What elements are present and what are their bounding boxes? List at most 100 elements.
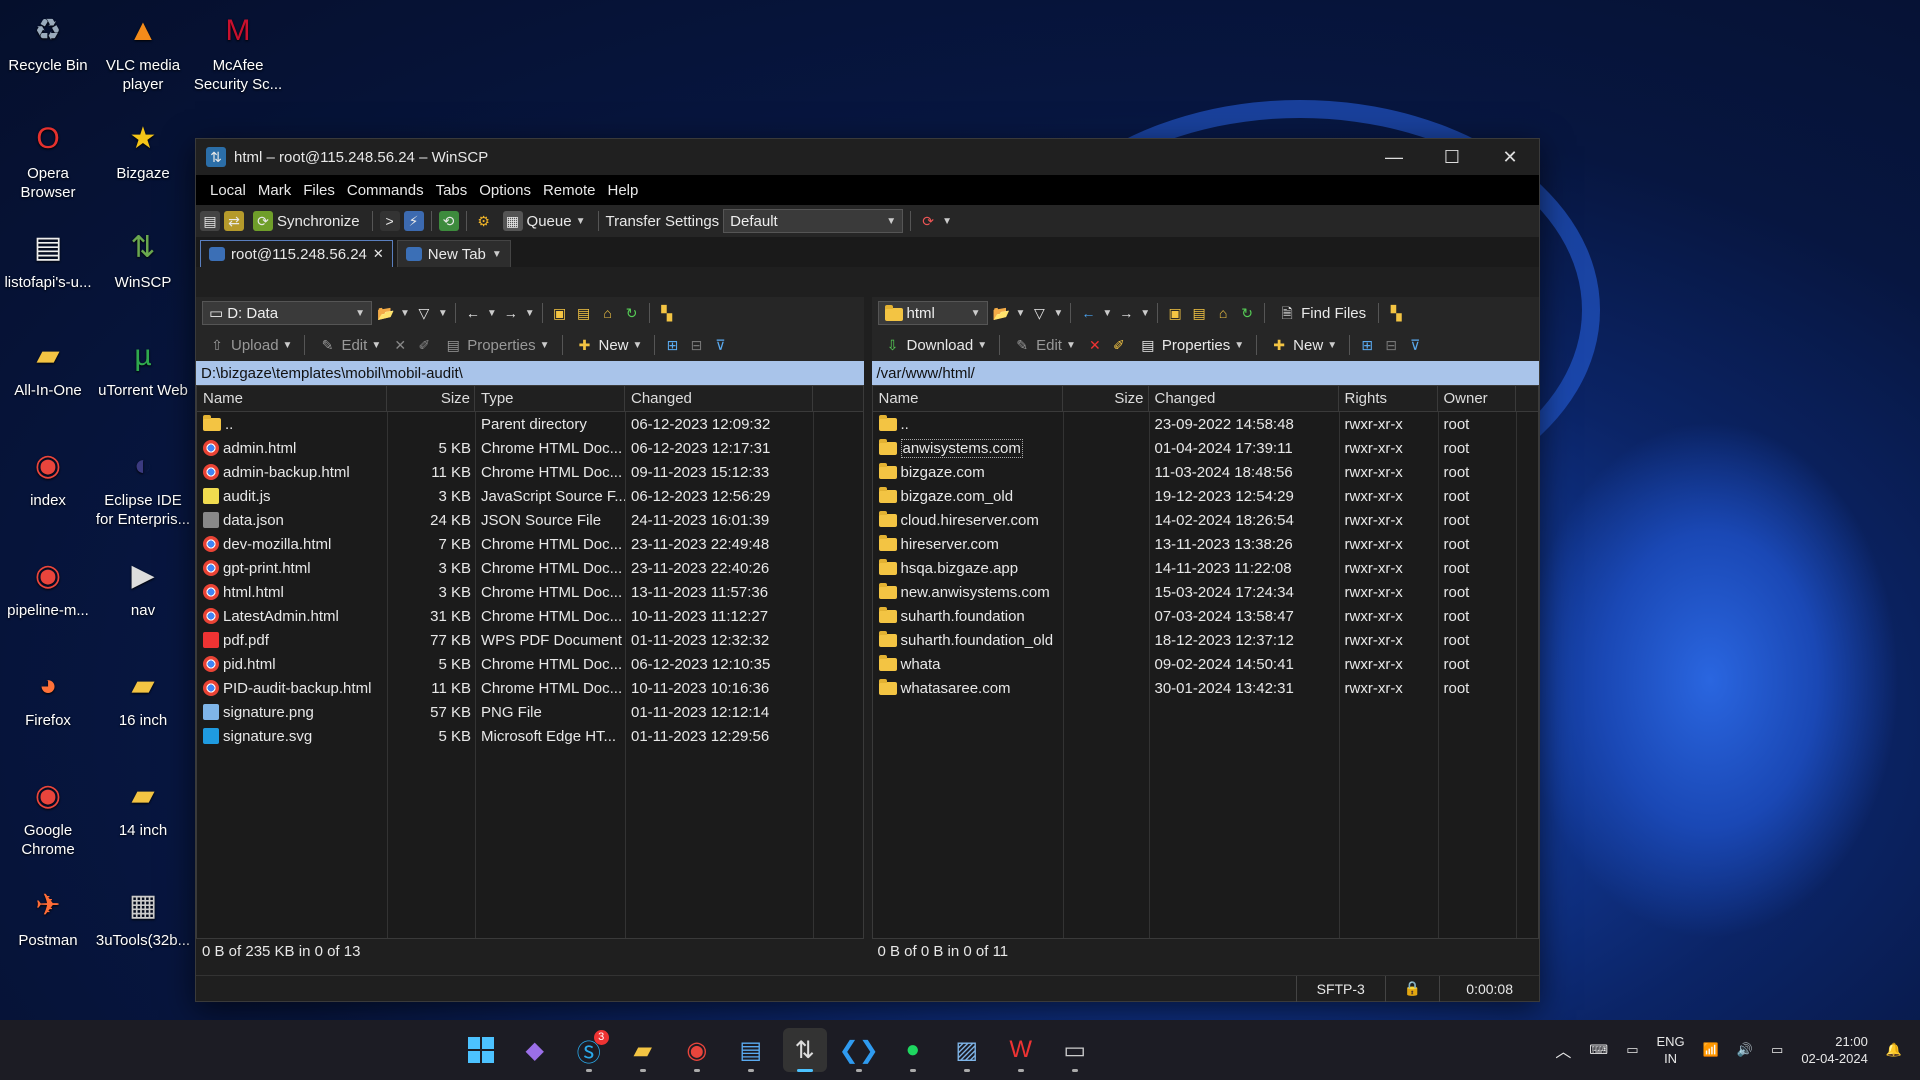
delete-icon[interactable]: ✕ [1085,335,1105,355]
back-icon[interactable]: ← [1078,303,1098,323]
unselect-icon[interactable]: ⊟ [686,335,706,355]
wifi-icon[interactable]: 📶 [1703,1042,1719,1058]
desktop-icon[interactable]: ▰ All-In-One [0,333,96,400]
menu-item[interactable]: Local [204,182,252,199]
rename-icon[interactable]: ✐ [414,335,434,355]
console-icon[interactable]: ▤ [200,211,220,231]
unselect-icon[interactable]: ⊟ [1381,335,1401,355]
remote-file-list[interactable]: Name Size Changed Rights Owner .. 23-09-2… [871,385,1539,939]
desktop-icon[interactable]: ▦ 3uTools(32b... [95,883,191,950]
table-row[interactable]: admin.html 5 KB Chrome HTML Doc... 06-12-20… [197,436,863,460]
col-header-size[interactable]: Size [387,386,475,411]
back-icon[interactable]: ← [463,303,483,323]
select-all-icon[interactable]: ⊞ [1357,335,1377,355]
wps-office-icon[interactable]: W [999,1028,1043,1072]
open-folder-icon[interactable]: 📂 [376,303,396,323]
gear-icon[interactable]: ⚙ [474,211,494,231]
lock-icon[interactable]: 🔒 [1384,975,1439,1002]
desktop-icon[interactable]: ◉ index [0,443,96,510]
desktop-icon[interactable]: µ uTorrent Web [95,333,191,400]
close-tab-icon[interactable]: ✕ [373,246,384,262]
transfer-settings-select[interactable]: Default ▼ [723,209,904,233]
forward-icon[interactable]: → [501,303,521,323]
desktop-icon[interactable]: ▰ 14 inch [95,773,191,840]
table-row[interactable]: pdf.pdf 77 KB WPS PDF Document 01-11-2023 1… [197,628,863,652]
chevron-down-icon[interactable]: ▼ [438,308,448,319]
table-row[interactable]: signature.svg 5 KB Microsoft Edge HT... 01-… [197,724,863,748]
remote-path[interactable]: /var/www/html/ [871,361,1539,385]
language-indicator[interactable]: ENG IN [1656,1033,1684,1067]
table-row[interactable]: dev-mozilla.html 7 KB Chrome HTML Doc... 23… [197,532,863,556]
chevron-down-icon[interactable]: ▼ [1053,308,1063,319]
root-dir-icon[interactable]: ▤ [574,303,594,323]
upload-button[interactable]: ⇧ Upload ▼ [202,333,297,357]
chevron-down-icon[interactable]: ▼ [400,308,410,319]
rename-icon[interactable]: ✐ [1109,335,1129,355]
new-button[interactable]: ✚ New ▼ [570,333,648,357]
desktop-icon[interactable]: M McAfee Security Sc... [190,8,286,94]
desktop-icon[interactable]: ★ Bizgaze [95,116,191,183]
chevron-up-icon[interactable]: ︿ [1555,1038,1571,1062]
sync-browsing-icon[interactable]: ⟳ [918,211,938,231]
table-row[interactable]: LatestAdmin.html 31 KB Chrome HTML Doc... 1… [197,604,863,628]
local-path[interactable]: D:\bizgaze\templates\mobil\mobil-audit\ [196,361,864,385]
col-header-type[interactable]: Type [475,386,625,411]
edit-button[interactable]: ✎ Edit ▼ [1007,333,1081,357]
menu-item[interactable]: Commands [341,182,430,199]
col-header-owner[interactable]: Owner [1438,386,1516,411]
properties-button[interactable]: ▤ Properties ▼ [1133,333,1249,357]
desktop-icon[interactable]: ◉ Google Chrome [0,773,96,859]
home-icon[interactable]: ⌂ [598,303,618,323]
desktop-icon[interactable]: ◐ Eclipse IDE for Enterpris... [95,443,191,529]
chevron-down-icon[interactable]: ▼ [487,308,497,319]
tab-session[interactable]: root@115.248.56.24 ✕ [200,240,393,267]
spotify-icon[interactable]: ● [891,1028,935,1072]
find-files-button[interactable]: 🗎 Find Files [1272,301,1371,325]
chevron-down-icon[interactable]: ▼ [1140,308,1150,319]
col-header-size[interactable]: Size [1063,386,1149,411]
desktop-icon[interactable]: ⇅ WinSCP [95,225,191,292]
menu-item[interactable]: Tabs [430,182,474,199]
forward-icon[interactable]: → [1116,303,1136,323]
tablet-icon[interactable]: ▭ [1626,1042,1638,1058]
menu-item[interactable]: Options [473,182,537,199]
clock[interactable]: 21:00 02-04-2024 [1801,1033,1868,1067]
menu-item[interactable]: Help [602,182,645,199]
select-all-icon[interactable]: ⊞ [662,335,682,355]
desktop-icon[interactable]: ▰ 16 inch [95,663,191,730]
winscp-taskbar-icon[interactable]: ⇅ [782,1028,827,1072]
keyboard-icon[interactable]: ⌨ [1589,1042,1608,1058]
refresh-icon[interactable]: ↻ [622,303,642,323]
root-dir-icon[interactable]: ▤ [1189,303,1209,323]
chevron-down-icon[interactable]: ▼ [942,216,952,227]
compare-dirs-icon[interactable]: ⇄ [224,211,244,231]
visual-studio-icon[interactable]: ◆ [513,1028,557,1072]
notification-bell-icon[interactable]: 🔔 [1886,1042,1902,1058]
filter-icon[interactable]: ▽ [1029,303,1049,323]
col-header-changed[interactable]: Changed [1149,386,1339,411]
desktop-icon[interactable]: ▤ listofapi's-u... [0,225,96,292]
desktop-icon[interactable]: ▲ VLC media player [95,8,191,94]
download-button[interactable]: ⇩ Download ▼ [878,333,993,357]
start-icon[interactable] [459,1028,503,1072]
chevron-down-icon[interactable]: ▼ [1016,308,1026,319]
putty-icon[interactable]: ⚡ [403,211,424,231]
table-row[interactable]: signature.png 57 KB PNG File 01-11-2023 12:… [197,700,863,724]
filter-icon[interactable]: ▽ [414,303,434,323]
menu-item[interactable]: Files [297,182,341,199]
queue-button[interactable]: ▦ Queue ▼ [498,209,591,233]
refresh-queue-icon[interactable]: ⟲ [438,211,459,231]
desktop-icon[interactable]: ✈ Postman [0,883,96,950]
properties-button[interactable]: ▤ Properties ▼ [438,333,554,357]
terminal-icon[interactable]: ▭ [1053,1028,1097,1072]
desktop-icon[interactable]: ▶ nav [95,553,191,620]
local-file-list[interactable]: Name Size Type Changed .. Parent director… [196,385,864,939]
desktop-icon[interactable]: O Opera Browser [0,116,96,202]
vscode-icon[interactable]: ❮❯ [837,1028,881,1072]
table-row[interactable]: gpt-print.html 3 KB Chrome HTML Doc... 23-1… [197,556,863,580]
table-row[interactable]: pid.html 5 KB Chrome HTML Doc... 06-12-2023… [197,652,863,676]
maximize-icon[interactable]: ☐ [1423,139,1481,175]
synchronize-button[interactable]: ⟳ Synchronize [248,209,365,233]
col-header-rights[interactable]: Rights [1339,386,1438,411]
volume-icon[interactable]: 🔊 [1737,1042,1753,1058]
